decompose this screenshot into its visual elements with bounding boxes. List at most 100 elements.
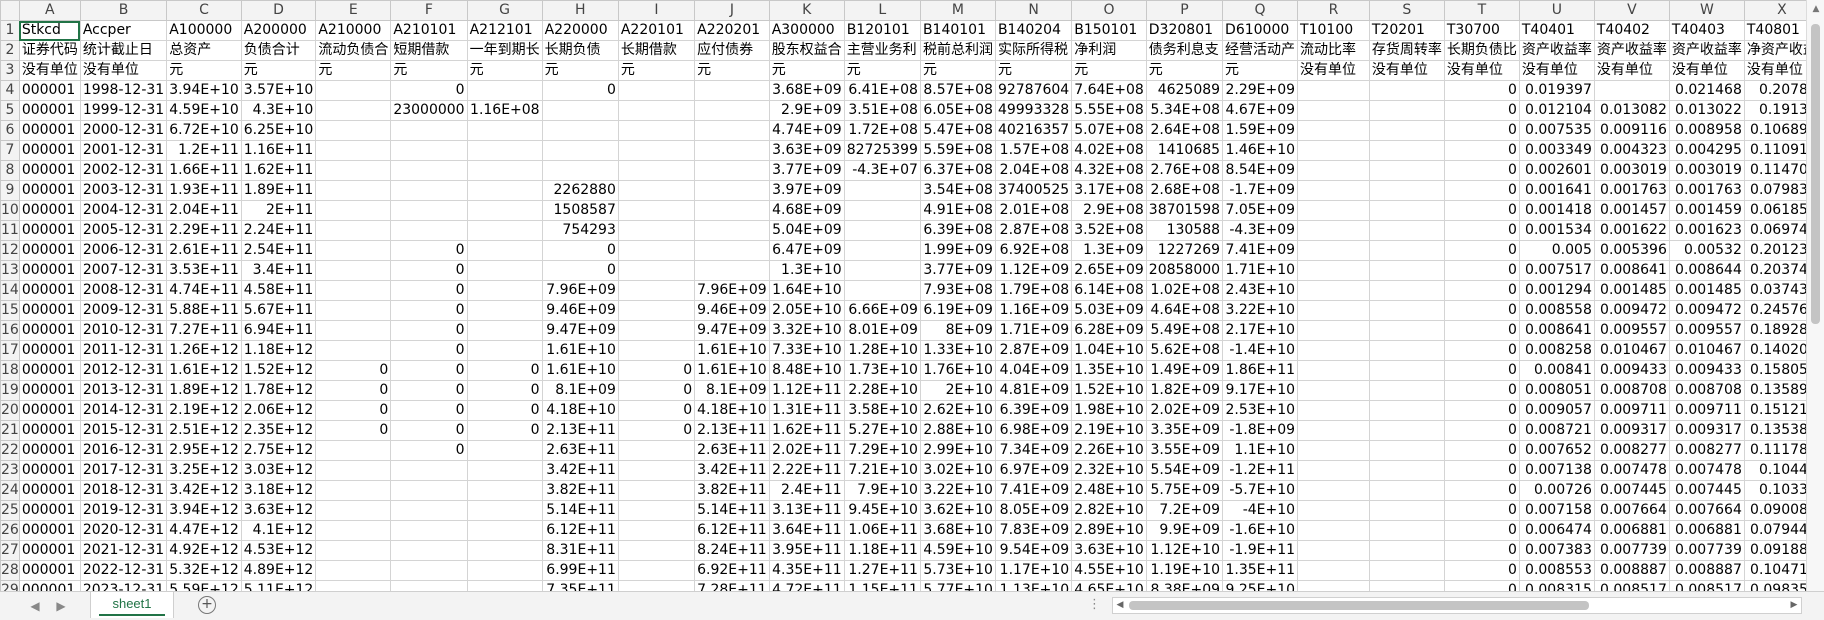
column-header[interactable]: T [1443,0,1520,21]
cell[interactable]: 3.42E+11 [694,460,770,481]
cell[interactable]: B150101 [1071,20,1147,41]
cell[interactable]: 0 [466,400,543,421]
cell[interactable]: 2002-12-31 [79,160,168,181]
cell[interactable]: 0.001641 [1518,180,1595,201]
cell[interactable]: 4.3E+10 [240,100,317,121]
cell[interactable] [1297,460,1370,481]
cell[interactable]: 37400525 [994,180,1073,201]
cell[interactable] [315,180,392,201]
cell[interactable]: 0 [1443,580,1520,591]
cell[interactable]: 2.64E+08 [1145,120,1224,141]
cell[interactable]: 0 [390,80,468,101]
cell[interactable] [617,580,696,591]
cell[interactable]: 2.17E+10 [1222,320,1299,341]
cell[interactable]: 0.001457 [1593,200,1670,221]
cell[interactable] [315,140,392,161]
cell[interactable] [1368,360,1445,381]
cell[interactable]: 1998-12-31 [79,80,168,101]
cell[interactable]: 0.007652 [1518,440,1595,461]
cell[interactable]: 6.94E+11 [240,320,317,341]
cell[interactable] [1593,80,1670,101]
cell[interactable]: 短期借款 [390,40,468,61]
cell[interactable]: T20201 [1368,20,1445,41]
cell[interactable]: -1.8E+09 [1222,420,1299,441]
cell[interactable]: 长期借款 [617,40,696,61]
cell[interactable] [1297,100,1370,121]
cell[interactable]: 2.54E+11 [240,240,317,261]
cell[interactable]: 1.61E+10 [541,360,619,381]
cell[interactable]: 3.63E+12 [240,500,317,521]
cell[interactable]: 8.31E+11 [541,540,619,561]
cell[interactable]: 7.28E+11 [694,580,770,591]
cell[interactable] [1368,280,1445,301]
cell[interactable]: 2.24E+11 [240,220,317,241]
cell[interactable] [1297,260,1370,281]
cell[interactable]: 0.009557 [1593,320,1670,341]
cell[interactable]: B120101 [843,20,921,41]
cell[interactable]: 3.77E+09 [919,260,996,281]
column-header[interactable]: K [768,0,845,21]
cell[interactable]: 没有单位 [79,60,168,81]
cell[interactable]: 0.009317 [1593,420,1670,441]
cell[interactable] [466,80,543,101]
cell[interactable]: 1.12E+09 [994,260,1073,281]
cell[interactable]: 2008-12-31 [79,280,168,301]
cell[interactable] [617,440,696,461]
cell[interactable]: 6.28E+09 [1071,320,1147,341]
cell[interactable]: 3.42E+11 [541,460,619,481]
cell[interactable]: 0.008517 [1593,580,1670,591]
cell[interactable]: 92787604 [994,80,1073,101]
cell[interactable]: 2.62E+10 [919,400,996,421]
cell[interactable]: 2.26E+10 [1071,440,1147,461]
cell[interactable]: 0.006474 [1518,520,1595,541]
cell[interactable]: A100000 [166,20,242,41]
cell[interactable]: A220201 [694,20,770,41]
spreadsheet-grid[interactable]: ABCDEFGHIJKLMNOPQRSTUVWXY 1StkcdAccperA1… [0,0,1824,591]
cell[interactable]: 7.9E+10 [843,480,921,501]
cell[interactable] [617,340,696,361]
cell[interactable] [1368,520,1445,541]
cell[interactable]: 元 [541,60,619,81]
cell[interactable] [1368,500,1445,521]
cell[interactable]: 0 [390,320,468,341]
cell[interactable]: 0.001485 [1593,280,1670,301]
cell[interactable]: 000001 [18,280,81,301]
cell[interactable]: 0.007517 [1518,260,1595,281]
cell[interactable]: 0.009433 [1668,360,1745,381]
row-header[interactable]: 1 [0,20,20,41]
cell[interactable]: 0.00841 [1518,360,1595,381]
cell[interactable] [541,100,619,121]
cell[interactable]: 0.008641 [1518,320,1595,341]
cell[interactable]: 1227269 [1145,240,1224,261]
cell[interactable]: 3.94E+12 [166,500,242,521]
cell[interactable] [694,140,770,161]
cell[interactable]: 5.59E+08 [919,140,996,161]
cell[interactable]: 0 [617,400,696,421]
cell[interactable] [617,120,696,141]
horizontal-scrollbar[interactable]: ◀ ▶ [1112,597,1802,614]
column-header[interactable]: D [240,0,317,21]
cell[interactable] [390,560,468,581]
cell[interactable] [1368,180,1445,201]
cell[interactable]: 2023-12-31 [79,580,168,591]
cell[interactable]: 8.05E+09 [994,500,1073,521]
row-header[interactable]: 10 [0,200,20,221]
cell[interactable]: 0 [1443,140,1520,161]
cell[interactable]: 3.57E+10 [240,80,317,101]
cell[interactable]: 0.008258 [1518,340,1595,361]
cell[interactable]: 4.92E+12 [166,540,242,561]
next-sheet-icon[interactable]: ▶ [52,597,70,615]
cell[interactable]: 0.008051 [1518,380,1595,401]
add-sheet-icon[interactable]: + [198,596,216,614]
cell[interactable]: 0.009317 [1668,420,1745,441]
cell[interactable]: 1.16E+09 [994,300,1073,321]
cell[interactable]: 2016-12-31 [79,440,168,461]
cell[interactable] [1297,500,1370,521]
cell[interactable]: -5.7E+10 [1222,480,1299,501]
row-header[interactable]: 29 [0,580,20,591]
cell[interactable] [466,160,543,181]
cell[interactable] [1368,460,1445,481]
cell[interactable]: 2012-12-31 [79,360,168,381]
cell[interactable] [390,180,468,201]
cell[interactable]: 2.48E+10 [1071,480,1147,501]
